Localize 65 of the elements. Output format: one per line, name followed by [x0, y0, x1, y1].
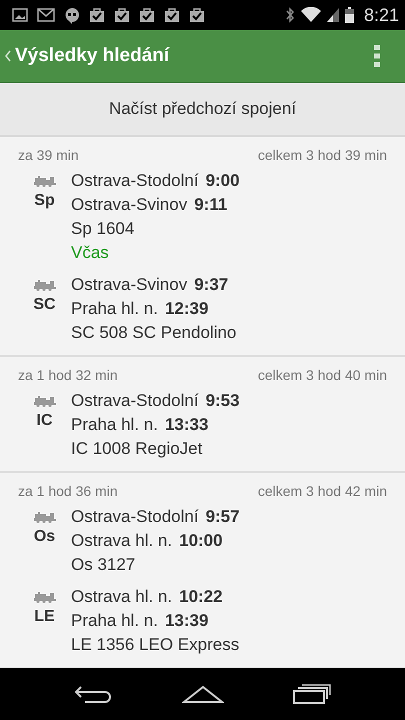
train-icon [34, 512, 56, 523]
train-icon [34, 176, 56, 187]
total-duration: celkem 3 hod 39 min [258, 147, 387, 163]
train-type: IC [36, 412, 52, 430]
signal-icon [326, 7, 339, 23]
clock-time: 8:21 [364, 4, 399, 26]
station-name: Praha hl. n. [71, 298, 158, 320]
station-name: Praha hl. n. [71, 414, 158, 436]
home-icon[interactable] [182, 685, 224, 703]
station-name: Ostrava-Stodolní [71, 390, 199, 412]
stop-time: 9:37 [194, 274, 228, 296]
station-name: Ostrava-Svinov [71, 194, 188, 216]
train-icon [34, 280, 56, 291]
mail-icon [37, 8, 55, 22]
bluetooth-icon [284, 7, 295, 23]
stop-time: 9:00 [206, 170, 240, 192]
recent-apps-icon[interactable] [292, 684, 330, 704]
chat-bubble-icon [64, 6, 80, 24]
wifi-icon [300, 7, 321, 23]
shopping-bag-icon [89, 7, 105, 23]
screen-title: Výsledky hledání [15, 45, 170, 67]
train-icon [34, 592, 56, 603]
station-name: Ostrava-Stodolní [71, 506, 199, 528]
connection-item[interactable]: za 1 hod 32 min celkem 3 hod 40 min IC Ostrava-Stodolní 9:53 Praha hl. n. 13:33 IC 1008 RegioJet [0, 357, 405, 473]
shopping-bag-icon [189, 7, 205, 23]
connection-item[interactable]: za 39 min celkem 3 hod 39 min Sp Ostrava-Stodolní 9:00 Ostrava-Svinov 9:11 Sp 1604 Včas SC Ostrava-Svinov 9:37 Praha hl. n. 12:39 SC 508 SC Pendolino [0, 137, 405, 357]
more-options-icon[interactable] [374, 45, 380, 67]
back-button[interactable]: Výsledky hledání [5, 41, 170, 71]
picture-icon [12, 8, 28, 22]
station-name: Ostrava hl. n. [71, 586, 172, 608]
departure-countdown: za 1 hod 32 min [18, 367, 118, 383]
stop-time: 13:33 [164, 414, 208, 436]
battery-icon [344, 7, 354, 23]
train-type: Os [34, 528, 56, 546]
train-type: Sp [34, 192, 55, 210]
delay-status: Včas [71, 242, 110, 264]
train-number: SC 508 SC Pendolino [71, 322, 236, 344]
station-name: Ostrava-Svinov [71, 274, 188, 296]
shopping-bag-icon [164, 7, 180, 23]
train-icon [34, 396, 56, 407]
shopping-bag-icon [139, 7, 155, 23]
shopping-bag-icon [114, 7, 130, 23]
train-number: LE 1356 LEO Express [71, 634, 240, 656]
station-name: Praha hl. n. [71, 610, 158, 632]
back-icon[interactable] [74, 685, 112, 703]
train-type: LE [34, 608, 55, 626]
stop-time: 10:22 [179, 586, 223, 608]
total-duration: celkem 3 hod 42 min [258, 483, 387, 499]
train-type: SC [33, 296, 56, 314]
stop-time: 13:39 [164, 610, 208, 632]
departure-countdown: za 1 hod 36 min [18, 483, 118, 499]
station-name: Ostrava-Stodolní [71, 170, 199, 192]
stop-time: 9:57 [206, 506, 240, 528]
train-number: Os 3127 [71, 554, 136, 576]
train-number: Sp 1604 [71, 218, 136, 240]
stop-time: 9:11 [194, 194, 228, 216]
departure-countdown: za 39 min [18, 147, 79, 163]
stop-time: 12:39 [164, 298, 208, 320]
load-previous-button[interactable]: Načíst předchozí spojení [0, 83, 405, 137]
total-duration: celkem 3 hod 40 min [258, 367, 387, 383]
stop-time: 10:00 [179, 530, 223, 552]
stop-time: 9:53 [206, 390, 240, 412]
chevron-left-icon [5, 50, 11, 62]
station-name: Ostrava hl. n. [71, 530, 172, 552]
train-number: IC 1008 RegioJet [71, 438, 204, 460]
